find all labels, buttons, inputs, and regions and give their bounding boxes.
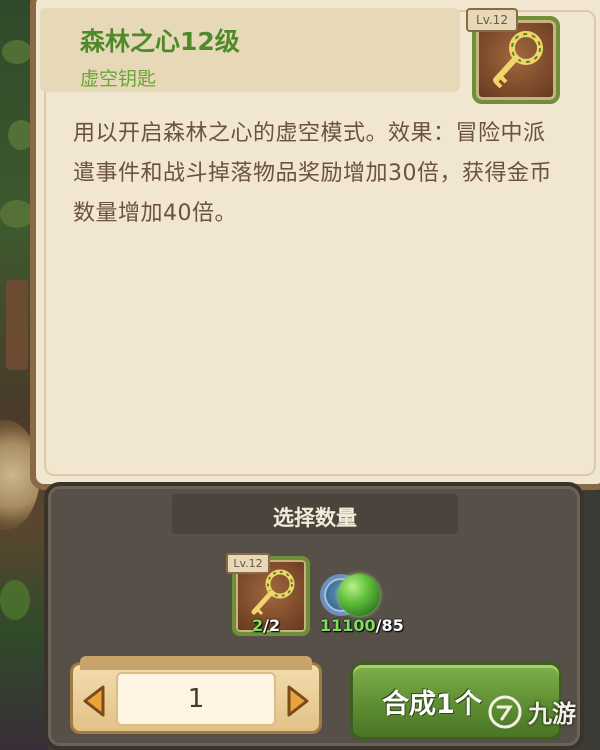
9you-logo-icon	[488, 695, 522, 728]
leaf-decoration	[0, 580, 30, 620]
item-level-badge: Lv.12	[466, 8, 518, 32]
material-have-orb: 11100	[320, 616, 376, 635]
material-need-orb: /85	[375, 616, 404, 635]
item-type: 虚空钥匙	[80, 68, 157, 90]
arrow-right-icon	[287, 685, 309, 717]
material-have-key: 2	[252, 616, 264, 635]
green-orb-icon	[338, 574, 380, 616]
item-description: 用以开启森林之心的虚空模式。效果：冒险中派遣事件和战斗掉落物品奖励增加30倍，获…	[73, 121, 552, 226]
craft-button-label: 合成1个	[382, 689, 482, 720]
material-count-key: 2/2	[252, 616, 280, 635]
quantity-input[interactable]: 1	[116, 672, 276, 726]
material-need-key: /2	[263, 616, 281, 635]
material-level-badge: Lv.12	[226, 553, 270, 574]
stepper-top-trim	[80, 656, 312, 670]
quantity-title: 选择数量	[273, 506, 357, 530]
tree-trunk-decoration	[6, 280, 28, 370]
watermark-text: 九游	[528, 700, 576, 728]
increase-button[interactable]	[284, 684, 312, 718]
material-count-orb: 11100/85	[320, 616, 404, 635]
item-name: 森林之心12级	[80, 27, 240, 56]
golden-key-icon	[493, 31, 543, 89]
watermark: 九游	[488, 694, 576, 729]
decrease-button[interactable]	[80, 684, 108, 718]
arrow-left-icon	[83, 685, 105, 717]
leaf-decoration	[2, 40, 32, 64]
leaf-decoration	[0, 200, 34, 228]
